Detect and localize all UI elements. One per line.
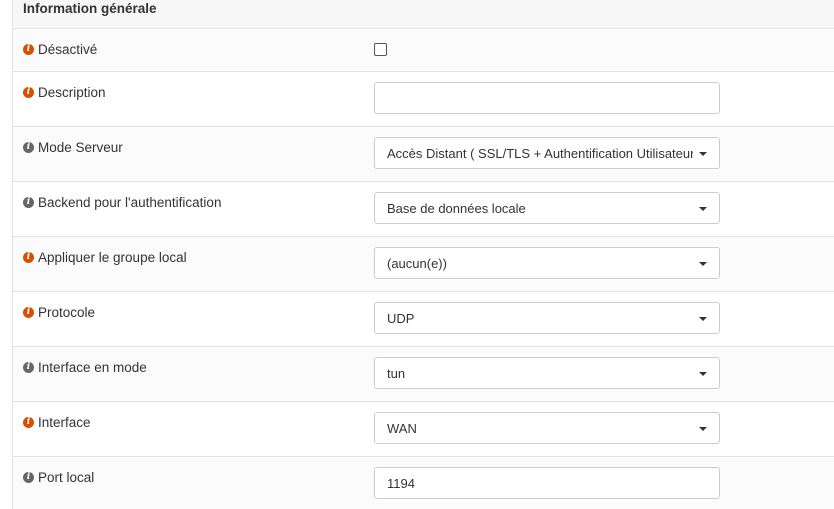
label-text: Désactivé (38, 42, 98, 57)
row-local-port: i Port local 1194 (13, 457, 834, 509)
chevron-down-icon (699, 262, 707, 266)
local-group-select[interactable]: (aucun(e)) (374, 247, 720, 279)
info-icon[interactable]: i (23, 362, 34, 373)
row-description: i Description (13, 72, 834, 127)
label-text: Mode Serveur (38, 140, 123, 155)
row-protocol: i Protocole UDP (13, 292, 834, 347)
local-port-value: 1194 (387, 476, 415, 491)
label-text: Port local (38, 470, 95, 485)
label-local-port: i Port local (23, 470, 94, 485)
label-server-mode: i Mode Serveur (23, 140, 123, 155)
row-local-group: i Appliquer le groupe local (aucun(e)) (13, 237, 834, 292)
interface-mode-value: tun (387, 366, 406, 381)
label-text: Protocole (38, 305, 96, 320)
settings-form: Information générale i Désactivé i Descr… (0, 0, 834, 509)
chevron-down-icon (699, 207, 707, 211)
interface-mode-select[interactable]: tun (374, 357, 720, 389)
label-text: Interface en mode (38, 360, 147, 375)
interface-select[interactable]: WAN (374, 412, 720, 444)
label-text: Backend pour l'authentification (38, 195, 222, 210)
row-server-mode: i Mode Serveur Accès Distant ( SSL/TLS +… (13, 127, 834, 182)
row-interface-mode: i Interface en mode tun (13, 347, 834, 402)
protocol-value: UDP (387, 311, 415, 326)
label-text: Interface (38, 415, 91, 430)
label-interface: i Interface (23, 415, 91, 430)
label-text: Appliquer le groupe local (38, 250, 187, 265)
protocol-select[interactable]: UDP (374, 302, 720, 334)
row-disabled: i Désactivé (13, 29, 834, 72)
local-port-input[interactable]: 1194 (374, 467, 720, 499)
server-mode-value: Accès Distant ( SSL/TLS + Authentificati… (387, 146, 693, 161)
info-icon[interactable]: i (23, 417, 34, 428)
label-protocol: i Protocole (23, 305, 95, 320)
info-icon[interactable]: i (23, 142, 34, 153)
interface-value: WAN (387, 421, 417, 436)
label-local-group: i Appliquer le groupe local (23, 250, 187, 265)
chevron-down-icon (699, 152, 707, 156)
info-icon[interactable]: i (23, 87, 34, 98)
section-title: Information générale (23, 1, 157, 16)
label-auth-backend: i Backend pour l'authentification (23, 195, 221, 210)
chevron-down-icon (699, 427, 707, 431)
chevron-down-icon (699, 317, 707, 321)
label-text: Description (38, 85, 106, 100)
auth-backend-value: Base de données locale (387, 201, 526, 216)
section-header: Information générale (13, 0, 834, 29)
info-icon[interactable]: i (23, 252, 34, 263)
chevron-down-icon (699, 372, 707, 376)
info-icon[interactable]: i (23, 307, 34, 318)
label-disabled: i Désactivé (23, 42, 97, 57)
label-interface-mode: i Interface en mode (23, 360, 147, 375)
label-description: i Description (23, 85, 106, 100)
info-icon[interactable]: i (23, 472, 34, 483)
server-mode-select[interactable]: Accès Distant ( SSL/TLS + Authentificati… (374, 137, 720, 169)
local-group-value: (aucun(e)) (387, 256, 447, 271)
row-interface: i Interface WAN (13, 402, 834, 457)
info-icon[interactable]: i (23, 44, 34, 55)
auth-backend-select[interactable]: Base de données locale (374, 192, 720, 224)
info-icon[interactable]: i (23, 197, 34, 208)
disabled-checkbox[interactable] (374, 43, 387, 56)
row-auth-backend: i Backend pour l'authentification Base d… (13, 182, 834, 237)
description-input[interactable] (374, 82, 720, 114)
